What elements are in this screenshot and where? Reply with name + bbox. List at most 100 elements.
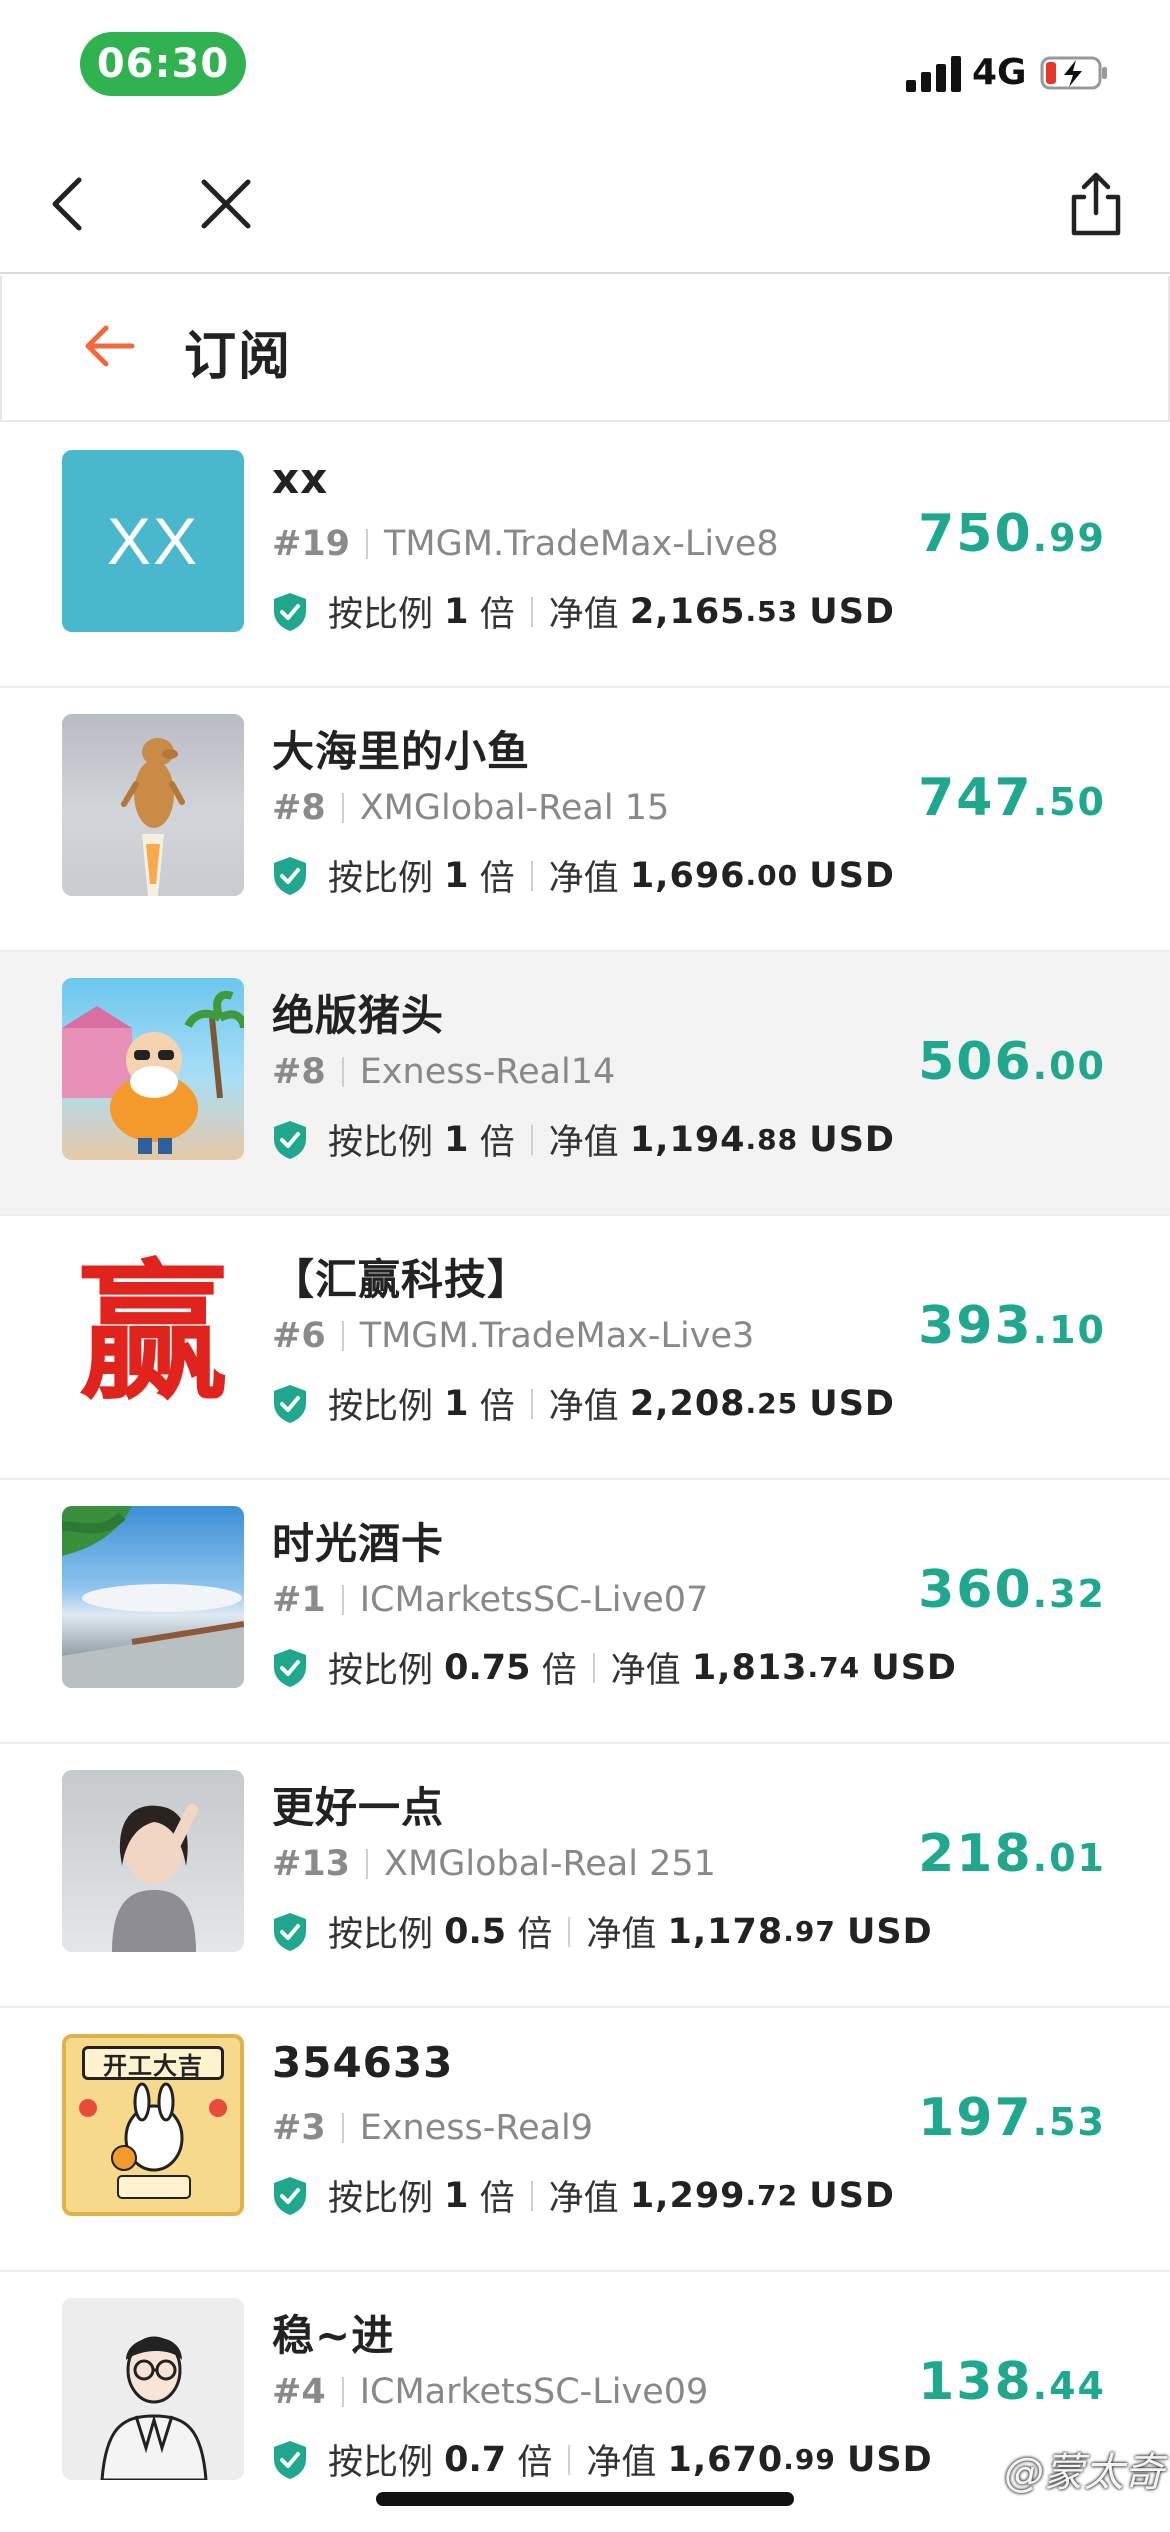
copy-detail: 按比例 0.75 倍净值 1,813.74 USD	[272, 1642, 957, 1693]
equity-label: 净值	[548, 2179, 619, 2219]
subscription-list: XX xx #19 TMGM.TradeMax-Live8 按比例 1 倍净值 2…	[0, 424, 1170, 2532]
trader-meta: #8 XMGlobal-Real 15	[272, 788, 669, 828]
currency: USD	[846, 2439, 933, 2480]
equity-dec: .00	[745, 859, 799, 892]
ratio-value: 1	[444, 855, 469, 896]
server-name: Exness-Real14	[359, 1052, 616, 1092]
ratio-label: 按比例	[328, 1651, 434, 1691]
cartoon-old-man-image	[62, 990, 244, 1154]
copy-detail: 按比例 0.5 倍净值 1,178.97 USD	[272, 1906, 933, 1957]
list-item[interactable]: XX xx #19 TMGM.TradeMax-Live8 按比例 1 倍净值 2…	[0, 424, 1170, 688]
ratio-unit: 倍	[479, 2179, 515, 2219]
list-item[interactable]: 时光酒卡 #1 ICMarketsSC-Live07 按比例 0.75 倍净值 1…	[0, 1480, 1170, 1744]
rank: #6	[272, 1316, 326, 1356]
divider	[592, 1652, 595, 1683]
share-button[interactable]	[1060, 168, 1132, 240]
value-int: 197	[918, 2088, 1033, 2148]
profit-value: 197.53	[918, 2088, 1106, 2148]
avatar	[62, 1770, 244, 1952]
list-item[interactable]: 绝版猪头 #8 Exness-Real14 按比例 1 倍净值 1,194.88 …	[0, 952, 1170, 1216]
shield-check-icon	[274, 856, 306, 895]
list-item[interactable]: 开工大吉 354633 #3 Exness-Real9 按比例 1 倍净值 1,2…	[0, 2008, 1170, 2272]
close-button[interactable]	[190, 168, 262, 240]
value-int: 360	[918, 1560, 1033, 1620]
divider	[341, 2113, 344, 2143]
signal-strength-icon	[906, 54, 962, 92]
equity-label: 净值	[586, 1915, 657, 1955]
avatar: 开工大吉	[62, 2034, 244, 2216]
trader-name: 绝版猪头	[272, 991, 445, 1040]
rocket-dog-image	[121, 738, 185, 896]
server-name: XMGlobal-Real 251	[384, 1844, 716, 1884]
ratio-value: 1	[444, 2175, 469, 2216]
value-dec: .44	[1032, 2364, 1106, 2408]
home-indicator[interactable]	[376, 2492, 794, 2506]
rank: #19	[272, 524, 351, 564]
divider	[530, 1388, 533, 1419]
trader-meta: #4 ICMarketsSC-Live09	[272, 2372, 708, 2412]
ratio-label: 按比例	[328, 1915, 434, 1955]
equity-dec: .88	[745, 1123, 799, 1156]
divider	[366, 1849, 369, 1879]
avatar-text: XX	[106, 504, 200, 578]
shield-check-icon	[274, 1912, 306, 1951]
avatar: 赢	[62, 1242, 244, 1424]
network-type: 4G	[972, 52, 1027, 93]
profit-value: 750.99	[918, 504, 1106, 564]
ratio-label: 按比例	[328, 2443, 434, 2483]
value-int: 138	[918, 2352, 1033, 2412]
profit-value: 218.01	[918, 1824, 1106, 1884]
trader-meta: #1 ICMarketsSC-Live07	[272, 1580, 708, 1620]
profit-value: 360.32	[918, 1560, 1106, 1620]
ratio-unit: 倍	[479, 1387, 515, 1427]
ratio-unit: 倍	[541, 1651, 577, 1691]
equity-label: 净值	[610, 1651, 681, 1691]
shield-check-icon	[274, 2440, 306, 2479]
trader-name: 稳~进	[272, 2311, 395, 2360]
close-icon	[201, 179, 251, 229]
back-button[interactable]	[32, 168, 104, 240]
list-item[interactable]: 赢 【汇赢科技】 #6 TMGM.TradeMax-Live3 按比例 1 倍净值…	[0, 1216, 1170, 1480]
seaside-path-image	[62, 1506, 244, 1688]
shield-check-icon	[274, 1384, 306, 1423]
currency: USD	[809, 2175, 895, 2216]
copy-detail: 按比例 1 倍净值 2,165.53 USD	[272, 586, 895, 637]
arrow-left-icon[interactable]	[80, 316, 140, 376]
avatar	[62, 714, 244, 896]
equity-dec: .74	[807, 1651, 861, 1684]
divider	[568, 2444, 571, 2475]
rank: #3	[272, 2108, 326, 2148]
shield-check-icon	[274, 2176, 306, 2215]
currency: USD	[809, 1383, 895, 1424]
avatar	[62, 978, 244, 1160]
browser-nav-bar	[0, 132, 1170, 274]
trader-name: 更好一点	[272, 1783, 445, 1832]
rank: #8	[272, 788, 326, 828]
copy-detail: 按比例 1 倍净值 1,696.00 USD	[272, 850, 895, 901]
copy-detail: 按比例 1 倍净值 1,194.88 USD	[272, 1114, 895, 1165]
equity-dec: .53	[745, 595, 799, 628]
list-item[interactable]: 大海里的小鱼 #8 XMGlobal-Real 15 按比例 1 倍净值 1,69…	[0, 688, 1170, 952]
page-title: 订阅	[184, 327, 293, 387]
list-item[interactable]: 更好一点 #13 XMGlobal-Real 251 按比例 0.5 倍净值 1,…	[0, 1744, 1170, 2008]
ratio-label: 按比例	[328, 1387, 434, 1427]
trader-meta: #13 XMGlobal-Real 251	[272, 1844, 716, 1884]
copy-detail: 按比例 1 倍净值 1,299.72 USD	[272, 2170, 895, 2221]
divider	[530, 1124, 533, 1155]
equity-int: 1,194	[629, 1119, 746, 1160]
value-int: 506	[918, 1032, 1033, 1092]
equity-dec: .72	[745, 2179, 799, 2212]
status-time: 06:30	[80, 32, 246, 96]
value-int: 393	[918, 1296, 1033, 1356]
currency: USD	[871, 1647, 957, 1688]
divider	[341, 2377, 344, 2407]
ratio-value: 1	[444, 1383, 469, 1424]
server-name: Exness-Real9	[359, 2108, 594, 2148]
currency: USD	[809, 591, 895, 632]
rank: #1	[272, 1580, 326, 1620]
profit-value: 393.10	[918, 1296, 1106, 1356]
equity-label: 净值	[548, 1123, 619, 1163]
trader-name: 【汇赢科技】	[272, 1255, 531, 1304]
trader-name: 354633	[272, 2038, 454, 2087]
shield-check-icon	[274, 1120, 306, 1159]
